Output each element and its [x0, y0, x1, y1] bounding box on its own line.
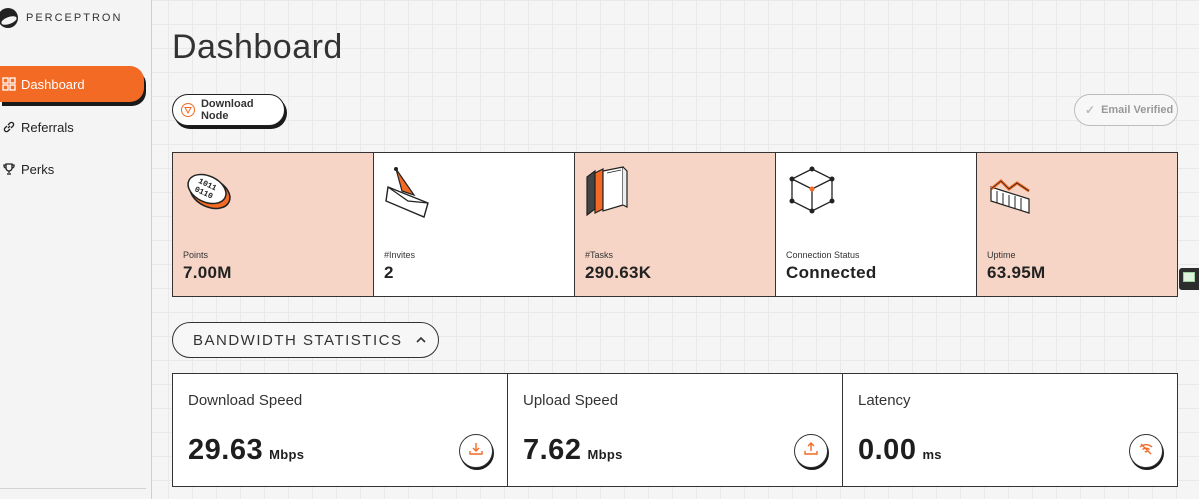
sidebar-divider [0, 488, 146, 489]
sidebar-item-label: Referrals [21, 119, 74, 135]
sidebar-item-perks[interactable]: Perks [0, 151, 144, 187]
chevron-up-icon [416, 335, 427, 346]
bandwidth-cards: Download Speed 29.63 Mbps Upload Speed 7.… [172, 373, 1178, 487]
card-value: 7.62 Mbps [523, 434, 623, 467]
brand-name: PERCEPTRON [26, 12, 123, 24]
sidebar-item-label: Perks [21, 161, 55, 177]
card-unit: Mbps [269, 447, 305, 462]
stat-uptime: Uptime 63.95M [977, 153, 1177, 296]
envelope-icon [384, 165, 438, 219]
trophy-icon [2, 162, 16, 176]
stat-value: 63.95M [987, 263, 1046, 282]
stat-tasks: #Tasks 290.63K [575, 153, 776, 296]
stat-label: #Tasks [585, 250, 614, 260]
upload-icon [804, 441, 818, 461]
chrome-icon [181, 103, 195, 117]
stat-label: Uptime [987, 250, 1016, 260]
stat-invites: #Invites 2 [374, 153, 575, 296]
stat-value: 290.63K [585, 263, 652, 282]
stats-panel: 1011 0110 Points 7.00M #Invites 2 #Tasks… [172, 152, 1178, 297]
side-panel-handle[interactable] [1179, 268, 1199, 290]
card-unit: Mbps [587, 447, 623, 462]
stat-value: 7.00M [183, 263, 232, 282]
download-speed-card: Download Speed 29.63 Mbps [173, 374, 508, 486]
bandwidth-statistics-toggle[interactable]: BANDWIDTH STATISTICS [172, 322, 439, 358]
sidebar-item-referrals[interactable]: Referrals [0, 109, 144, 145]
stat-points: 1011 0110 Points 7.00M [173, 153, 374, 296]
email-verified-badge: ✓ Email Verified [1074, 94, 1178, 126]
card-unit: ms [922, 447, 942, 462]
upload-speed-card: Upload Speed 7.62 Mbps [508, 374, 843, 486]
card-label: Download Speed [188, 392, 303, 409]
email-verified-label: Email Verified [1101, 104, 1174, 116]
latency-button[interactable] [1129, 434, 1163, 468]
check-icon: ✓ [1085, 103, 1096, 117]
perceptron-logo-icon [0, 8, 18, 28]
stat-label: Points [183, 250, 209, 260]
stat-value: 2 [384, 263, 394, 282]
stat-value: Connected [786, 263, 877, 282]
download-button[interactable] [459, 434, 493, 468]
brand-logo[interactable]: PERCEPTRON [0, 8, 122, 28]
stat-label: Connection Status [786, 250, 860, 260]
latency-card: Latency 0.00 ms [843, 374, 1177, 486]
download-node-button[interactable]: Download Node [172, 94, 285, 126]
card-number: 29.63 [188, 434, 264, 466]
cube-network-icon [786, 165, 840, 219]
card-number: 0.00 [858, 434, 917, 466]
card-label: Upload Speed [523, 392, 619, 409]
sidebar-item-label: Dashboard [21, 76, 85, 92]
sidebar: PERCEPTRON Dashboard Referrals Perks [0, 0, 152, 499]
stat-label: #Invites [384, 250, 416, 260]
card-number: 7.62 [523, 434, 582, 466]
books-icon [585, 165, 639, 219]
link-icon [2, 120, 16, 134]
card-label: Latency [858, 392, 911, 409]
stat-connection: Connection Status Connected [776, 153, 977, 296]
grid-icon [2, 77, 16, 91]
wifi-off-icon [1139, 442, 1153, 461]
upload-button[interactable] [794, 434, 828, 468]
card-value: 29.63 Mbps [188, 434, 304, 467]
chart-icon [987, 165, 1041, 219]
sidebar-item-dashboard[interactable]: Dashboard [0, 66, 144, 102]
bandwidth-title: BANDWIDTH STATISTICS [193, 331, 403, 349]
card-value: 0.00 ms [858, 434, 942, 467]
download-icon [469, 442, 483, 461]
binary-disk-icon: 1011 0110 [183, 165, 237, 219]
download-node-label: Download Node [200, 98, 254, 122]
page-title: Dashboard [172, 28, 343, 66]
